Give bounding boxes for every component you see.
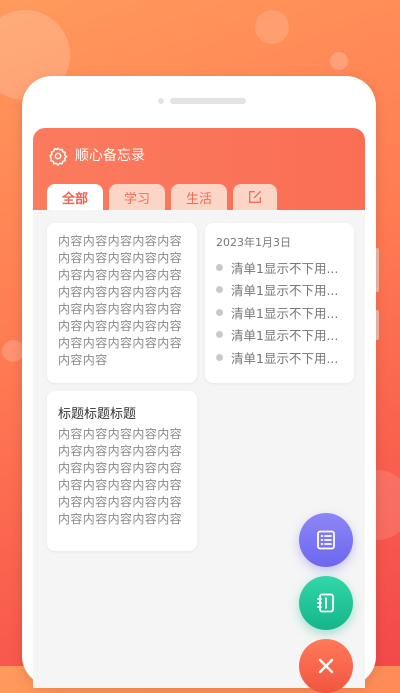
app-header: 顺心备忘录 全部 学习 生活 <box>33 128 365 210</box>
phone-camera <box>158 98 164 104</box>
note-content: 内容内容内容内容内容内容内容内容内容内容内容内容内容内容内容内容内容内容内容内容… <box>58 427 183 526</box>
checklist-item: 清单1显示不下用... <box>216 279 343 302</box>
notebook-icon <box>317 593 334 613</box>
decor-bubble <box>255 10 289 44</box>
bullet-icon <box>216 331 223 339</box>
app-title: 顺心备忘录 <box>75 148 145 164</box>
close-icon <box>318 658 334 674</box>
checklist-card[interactable]: 2023年1月3日 清单1显示不下用... 清单1显示不下用... 清单1显示不… <box>205 223 354 383</box>
decor-bubble <box>2 340 24 362</box>
bullet-icon <box>216 353 223 361</box>
note-card[interactable]: 内容内容内容内容内容内容内容内容内容内容内容内容内容内容内容内容内容内容内容内容… <box>47 223 197 383</box>
list-icon <box>317 530 335 550</box>
notebook-fab[interactable] <box>299 576 353 630</box>
checklist-item: 清单1显示不下用... <box>216 256 343 279</box>
tab-all[interactable]: 全部 <box>47 184 103 210</box>
note-date: 2023年1月3日 <box>216 236 291 249</box>
gear-icon[interactable] <box>48 146 68 166</box>
tab-edit[interactable] <box>233 184 277 210</box>
decor-bubble <box>330 52 348 70</box>
note-card[interactable]: 标题标题标题 内容内容内容内容内容内容内容内容内容内容内容内容内容内容内容内容内… <box>47 391 197 551</box>
checklist-item: 清单1显示不下用... <box>216 301 343 324</box>
bullet-icon <box>216 308 223 316</box>
note-content: 内容内容内容内容内容内容内容内容内容内容内容内容内容内容内容内容内容内容内容内容… <box>58 234 183 367</box>
bullet-icon <box>216 263 223 271</box>
close-fab[interactable] <box>299 639 353 693</box>
bullet-icon <box>216 286 223 294</box>
checklist-fab[interactable] <box>299 513 353 567</box>
checklist-item: 清单1显示不下用... <box>216 346 343 369</box>
category-tabs: 全部 学习 生活 <box>47 184 277 210</box>
tab-study[interactable]: 学习 <box>109 184 165 210</box>
checklist-item: 清单1显示不下用... <box>216 324 343 347</box>
tab-life[interactable]: 生活 <box>171 184 227 210</box>
note-title: 标题标题标题 <box>58 407 137 422</box>
edit-icon <box>249 191 261 203</box>
phone-speaker <box>170 98 246 104</box>
